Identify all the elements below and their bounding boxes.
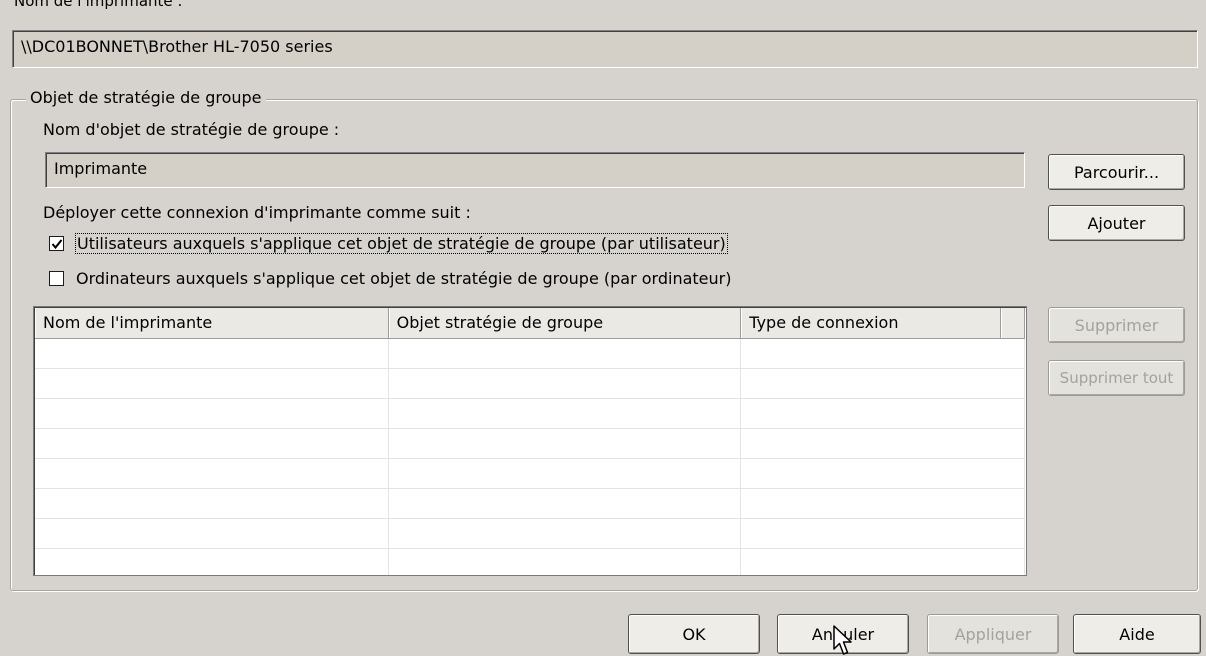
printer-path-text: \\DC01BONNET\Brother HL-7050 series: [21, 37, 333, 56]
printer-path-field: \\DC01BONNET\Brother HL-7050 series: [12, 30, 1198, 68]
gpo-name-field: Imprimante: [45, 152, 1025, 188]
column-gpo[interactable]: Objet stratégie de groupe: [389, 308, 742, 338]
deploy-label: Déployer cette connexion d'imprimante co…: [43, 203, 471, 222]
computers-checkbox-row[interactable]: Ordinateurs auxquels s'applique cet obje…: [49, 269, 731, 288]
table-row: [35, 549, 1025, 575]
mouse-pointer-icon: [833, 625, 852, 655]
printer-name-label: Nom de l'imprimante :: [14, 0, 183, 10]
help-button[interactable]: Aide: [1073, 614, 1201, 654]
gpo-name-text: Imprimante: [54, 159, 148, 178]
computers-checkbox[interactable]: [49, 271, 64, 286]
list-header: Nom de l'imprimante Objet stratégie de g…: [35, 308, 1026, 339]
printer-connections-list[interactable]: Nom de l'imprimante Objet stratégie de g…: [33, 306, 1027, 576]
gpo-groupbox-legend: Objet de stratégie de groupe: [26, 88, 266, 107]
users-checkbox[interactable]: [49, 236, 64, 251]
apply-button[interactable]: Appliquer: [927, 614, 1059, 654]
table-row: [35, 429, 1025, 459]
column-printer-name[interactable]: Nom de l'imprimante: [35, 308, 389, 338]
table-row: [35, 369, 1025, 399]
checkmark-icon: [51, 238, 62, 249]
table-row: [35, 399, 1025, 429]
column-filler: [1001, 308, 1026, 338]
table-row: [35, 519, 1025, 549]
add-button[interactable]: Ajouter: [1048, 205, 1185, 241]
table-row: [35, 339, 1025, 369]
gpo-name-label: Nom d'objet de stratégie de groupe :: [43, 120, 340, 139]
table-row: [35, 459, 1025, 489]
ok-button[interactable]: OK: [628, 614, 760, 654]
column-connection-type[interactable]: Type de connexion: [741, 308, 1002, 338]
computers-checkbox-label[interactable]: Ordinateurs auxquels s'applique cet obje…: [76, 269, 731, 288]
users-checkbox-label[interactable]: Utilisateurs auxquels s'applique cet obj…: [75, 233, 728, 254]
list-body: [35, 339, 1025, 575]
table-row: [35, 489, 1025, 519]
remove-button[interactable]: Supprimer: [1048, 307, 1185, 343]
browse-button[interactable]: Parcourir...: [1048, 154, 1185, 190]
remove-all-button[interactable]: Supprimer tout: [1048, 360, 1185, 396]
users-checkbox-row[interactable]: Utilisateurs auxquels s'applique cet obj…: [49, 233, 728, 254]
